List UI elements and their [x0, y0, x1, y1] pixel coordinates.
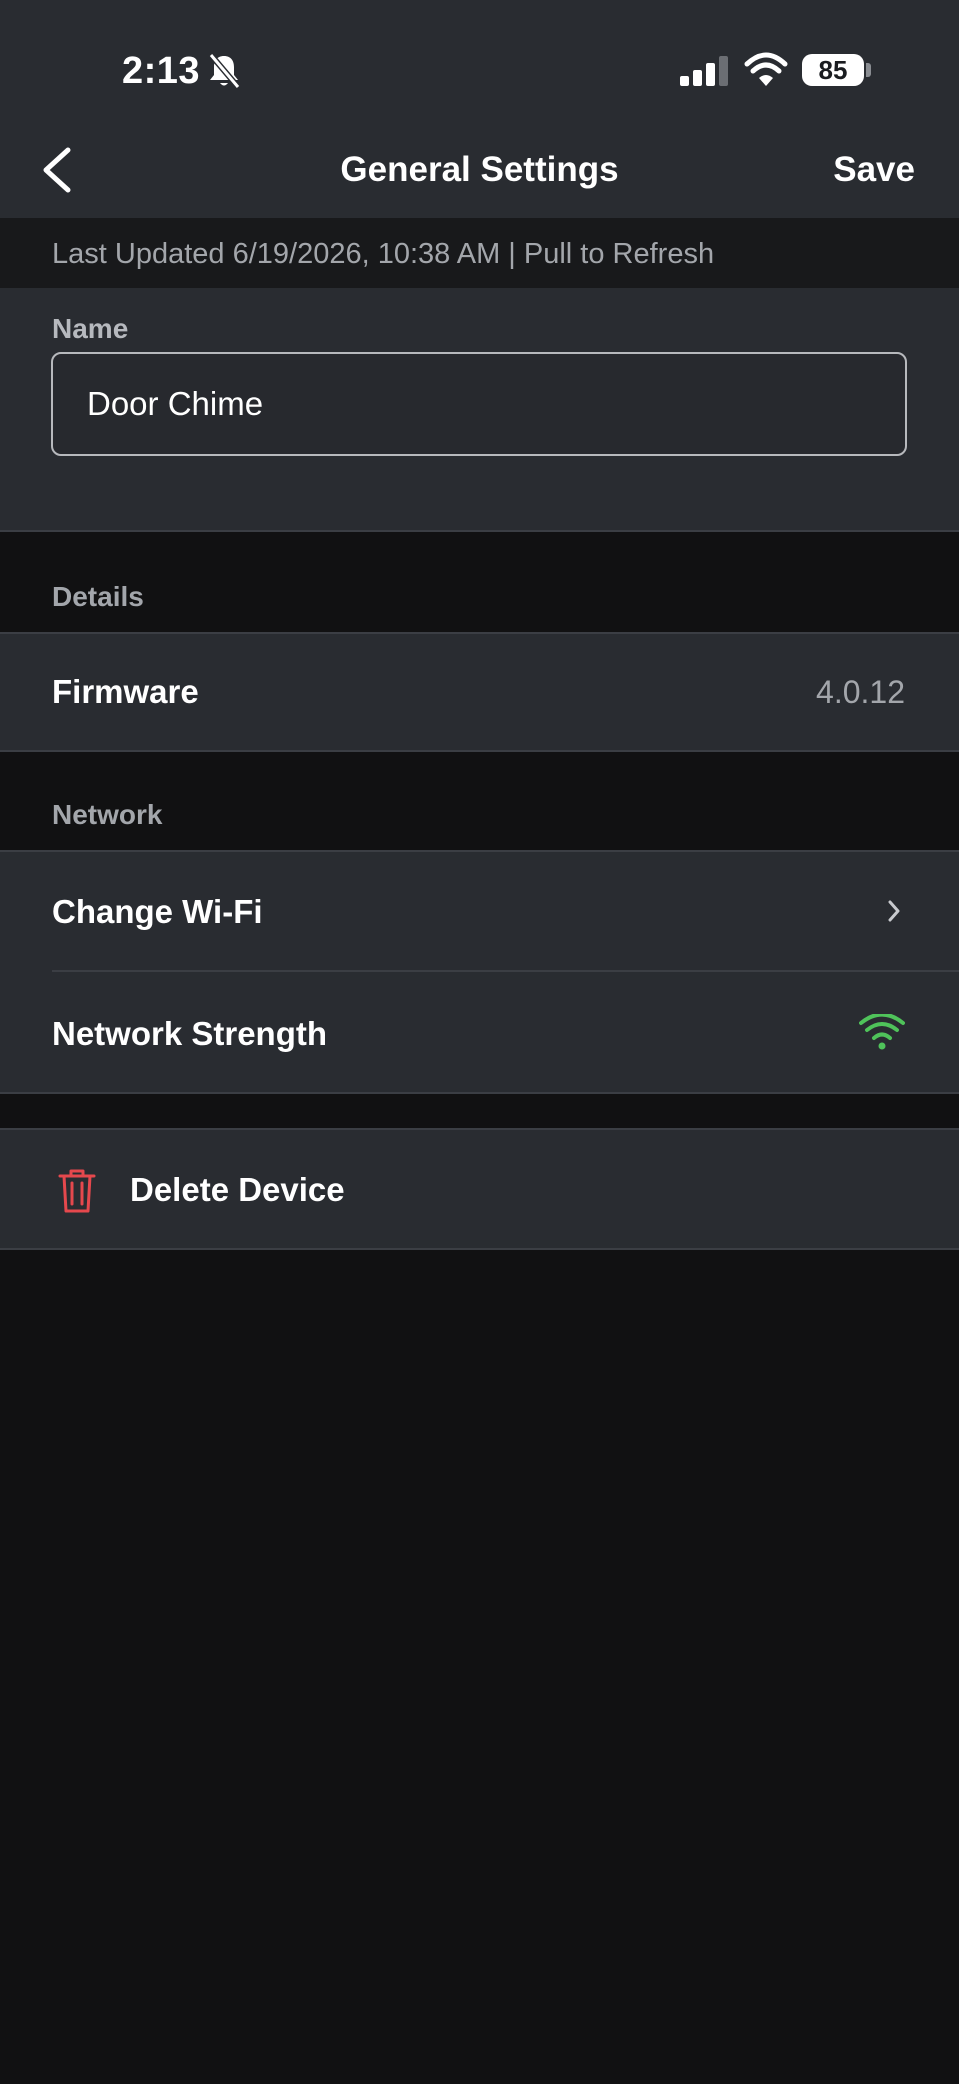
delete-device-button[interactable]: Delete Device [0, 1128, 959, 1250]
network-section: Change Wi-Fi Network Strength [0, 850, 959, 1094]
top-bar [0, 0, 959, 218]
cellular-signal-icon [680, 56, 728, 86]
battery-icon: 85 [802, 54, 864, 86]
network-strength-row: Network Strength [0, 972, 959, 1094]
firmware-row: Firmware 4.0.12 [0, 632, 959, 752]
details-header: Details [52, 581, 144, 612]
network-strength-label: Network Strength [52, 1015, 328, 1052]
bell-slash-icon [208, 53, 241, 89]
battery-level: 85 [818, 55, 848, 85]
trash-icon [58, 1169, 96, 1213]
change-wifi-label: Change Wi-Fi [52, 893, 263, 930]
screen: 2:13 85 General Settings Save Last Updat… [0, 0, 959, 2084]
save-button[interactable]: Save [833, 148, 915, 192]
status-time: 2:13 [122, 50, 201, 92]
network-header: Network [52, 799, 163, 830]
wifi-icon [744, 52, 788, 86]
wifi-strong-icon [859, 1014, 905, 1050]
firmware-value: 4.0.12 [816, 674, 905, 710]
chevron-right-icon [888, 900, 900, 922]
battery-tip [866, 63, 871, 77]
name-label: Name [52, 313, 129, 344]
change-wifi-row[interactable]: Change Wi-Fi [0, 852, 959, 970]
last-updated-text: Last Updated 6/19/2026, 10:38 AM | Pull … [52, 238, 715, 270]
delete-device-label: Delete Device [130, 1171, 345, 1208]
name-input[interactable] [51, 352, 907, 456]
chevron-left-icon[interactable] [38, 144, 78, 196]
firmware-label: Firmware [52, 673, 199, 710]
